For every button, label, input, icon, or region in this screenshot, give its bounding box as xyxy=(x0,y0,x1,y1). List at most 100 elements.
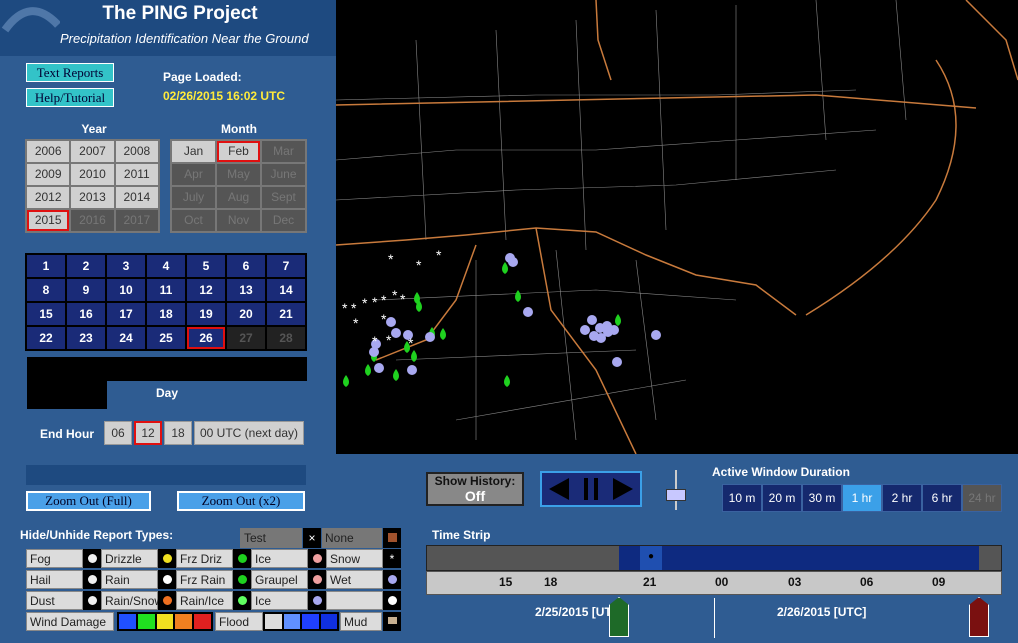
step-back-icon[interactable] xyxy=(549,478,570,500)
ice-pellet-marker[interactable] xyxy=(407,365,417,375)
duration-option[interactable]: 30 m xyxy=(802,484,842,512)
legend-item[interactable]: Rain xyxy=(101,570,158,589)
legend-item[interactable]: Ice Pell./Snow xyxy=(251,591,312,627)
year-cell[interactable]: 2015 xyxy=(27,210,70,231)
snow-marker[interactable]: * xyxy=(381,292,387,308)
day-cell[interactable]: 22 xyxy=(27,327,65,349)
freezing-rain-marker[interactable] xyxy=(515,290,521,302)
ice-pellet-marker[interactable] xyxy=(425,332,435,342)
freezing-rain-marker[interactable] xyxy=(343,375,349,387)
legend-test-x-icon[interactable]: × xyxy=(303,528,321,548)
day-cell[interactable]: 6 xyxy=(227,255,265,277)
year-cell[interactable]: 2010 xyxy=(71,164,114,185)
month-cell[interactable]: Jan xyxy=(172,141,215,162)
freezing-rain-marker[interactable] xyxy=(440,328,446,340)
day-cell[interactable]: 5 xyxy=(187,255,225,277)
zoom-out-x2-button[interactable]: Zoom Out (x2) xyxy=(177,491,305,511)
legend-item[interactable]: Frz Driz xyxy=(176,549,233,568)
ice-pellet-marker[interactable] xyxy=(587,315,597,325)
day-cell[interactable]: 3 xyxy=(107,255,145,277)
day-cell[interactable]: 19 xyxy=(187,303,225,325)
legend-item[interactable]: Frz Rain xyxy=(176,570,233,589)
legend-item[interactable]: Graupel xyxy=(251,570,308,589)
day-cell[interactable]: 4 xyxy=(147,255,185,277)
freezing-rain-marker[interactable] xyxy=(411,350,417,362)
time-strip-current[interactable]: ● xyxy=(640,546,662,570)
help-tutorial-button[interactable]: Help/Tutorial xyxy=(26,88,114,107)
legend-wind-damage[interactable]: Wind Damage xyxy=(26,612,114,631)
freezing-rain-marker[interactable] xyxy=(502,262,508,274)
legend-item[interactable]: Ice Pellets xyxy=(251,549,308,585)
year-cell[interactable]: 2011 xyxy=(115,164,158,185)
duration-option[interactable]: 1 hr xyxy=(842,484,882,512)
day-cell[interactable]: 1 xyxy=(27,255,65,277)
step-forward-icon[interactable] xyxy=(612,478,633,500)
day-cell[interactable]: 10 xyxy=(107,279,145,301)
end-hour-option[interactable]: 18 xyxy=(164,421,192,445)
month-cell[interactable]: July xyxy=(172,187,215,208)
end-marker-handle[interactable] xyxy=(969,597,989,637)
year-cell[interactable]: 2016 xyxy=(71,210,114,231)
month-cell[interactable]: Aug xyxy=(217,187,260,208)
freezing-rain-marker[interactable] xyxy=(365,364,371,376)
year-cell[interactable]: 2007 xyxy=(71,141,114,162)
freezing-rain-marker[interactable] xyxy=(393,369,399,381)
start-marker-handle[interactable] xyxy=(609,597,629,637)
legend-mud[interactable]: Mud xyxy=(340,612,382,631)
month-cell[interactable]: Apr xyxy=(172,164,215,185)
legend-item[interactable]: Wet Snow xyxy=(326,570,383,606)
legend-flood[interactable]: Flood xyxy=(215,612,263,631)
pause-icon[interactable] xyxy=(583,478,598,500)
snow-marker[interactable]: * xyxy=(392,287,398,303)
day-cell[interactable]: 2 xyxy=(67,255,105,277)
day-cell[interactable]: 14 xyxy=(267,279,305,301)
zoom-out-full-button[interactable]: Zoom Out (Full) xyxy=(26,491,151,511)
month-cell[interactable]: May xyxy=(217,164,260,185)
legend-item[interactable]: Snow xyxy=(326,549,383,568)
snow-marker[interactable]: * xyxy=(381,311,387,327)
year-cell[interactable]: 2012 xyxy=(27,187,70,208)
duration-option[interactable]: 24 hr xyxy=(962,484,1002,512)
day-cell[interactable]: 12 xyxy=(187,279,225,301)
ice-pellet-marker[interactable] xyxy=(386,317,396,327)
snow-marker[interactable]: * xyxy=(372,333,378,349)
end-hour-option[interactable]: 06 xyxy=(104,421,132,445)
year-cell[interactable]: 2009 xyxy=(27,164,70,185)
ice-pellet-marker[interactable] xyxy=(391,328,401,338)
ice-pellet-marker[interactable] xyxy=(523,307,533,317)
year-cell[interactable]: 2013 xyxy=(71,187,114,208)
day-cell[interactable]: 21 xyxy=(267,303,305,325)
legend-item[interactable]: Rain/Snow xyxy=(101,591,163,610)
day-cell[interactable]: 17 xyxy=(107,303,145,325)
snow-marker[interactable]: * xyxy=(353,315,359,331)
year-cell[interactable]: 2017 xyxy=(115,210,158,231)
ice-pellet-marker[interactable] xyxy=(508,257,518,267)
map-view[interactable]: * * * * * * * * * * * * * * * xyxy=(336,0,1018,454)
end-hour-option[interactable]: 00 UTC (next day) xyxy=(194,421,304,445)
month-cell[interactable]: Nov xyxy=(217,210,260,231)
legend-item[interactable]: Rain/Ice Pell. xyxy=(176,591,233,627)
month-cell[interactable]: June xyxy=(262,164,305,185)
snow-marker[interactable]: * xyxy=(416,257,422,273)
freezing-rain-marker[interactable] xyxy=(615,314,621,326)
snow-marker[interactable]: * xyxy=(386,332,392,348)
day-cell[interactable]: 28 xyxy=(267,327,305,349)
day-cell[interactable]: 25 xyxy=(147,327,185,349)
time-strip-track[interactable]: ● xyxy=(426,545,1002,571)
month-cell[interactable]: Oct xyxy=(172,210,215,231)
month-cell[interactable]: Feb xyxy=(217,141,260,162)
year-cell[interactable]: 2008 xyxy=(115,141,158,162)
legend-item[interactable]: Hail xyxy=(26,570,83,589)
ice-pellet-marker[interactable] xyxy=(603,327,613,337)
legend-item[interactable]: Dust xyxy=(26,591,83,610)
day-cell[interactable]: 24 xyxy=(107,327,145,349)
snow-marker[interactable]: * xyxy=(408,335,414,351)
legend-item[interactable]: Drizzle xyxy=(101,549,158,568)
snow-marker[interactable]: * xyxy=(400,291,406,307)
day-cell[interactable]: 15 xyxy=(27,303,65,325)
month-cell[interactable]: Dec xyxy=(262,210,305,231)
year-cell[interactable]: 2006 xyxy=(27,141,70,162)
duration-option[interactable]: 10 m xyxy=(722,484,762,512)
day-cell[interactable]: 16 xyxy=(67,303,105,325)
day-cell[interactable]: 8 xyxy=(27,279,65,301)
